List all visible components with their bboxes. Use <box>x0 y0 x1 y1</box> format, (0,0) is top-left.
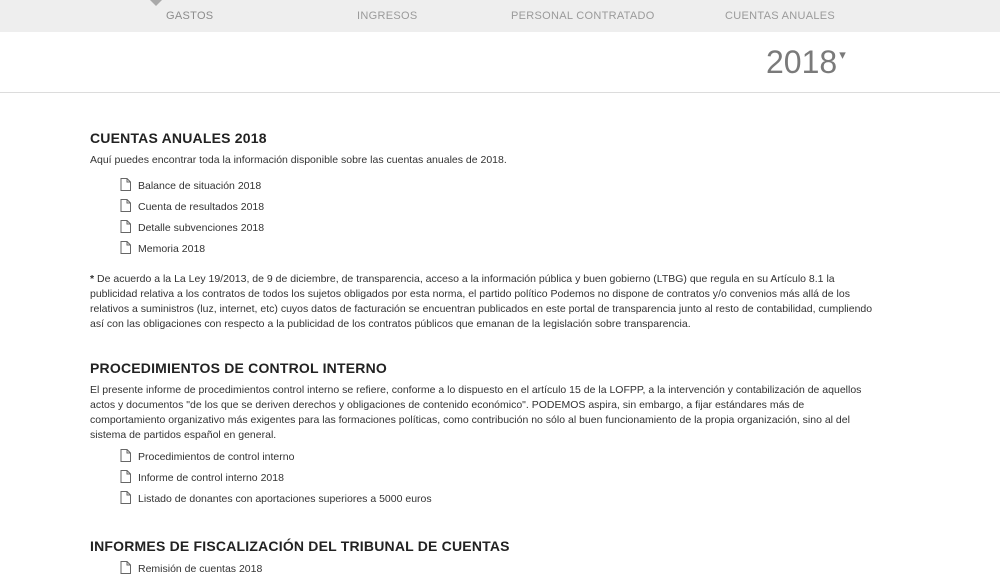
document-icon <box>120 220 133 234</box>
document-link-procedimientos[interactable]: Procedimientos de control interno <box>120 449 880 470</box>
tab-cuentas-anuales[interactable]: CUENTAS ANUALES <box>725 10 835 22</box>
document-link-cuenta-resultados[interactable]: Cuenta de resultados 2018 <box>120 199 880 220</box>
document-link-listado-donantes[interactable]: Listado de donantes con aportaciones sup… <box>120 491 880 512</box>
tab-gastos[interactable]: GASTOS <box>166 10 213 22</box>
document-icon <box>120 561 133 575</box>
document-list: Procedimientos de control interno Inform… <box>90 449 880 512</box>
note-text: De acuerdo a la La Ley 19/2013, de 9 de … <box>90 273 873 330</box>
document-label: Procedimientos de control interno <box>138 451 295 463</box>
document-link-detalle-subvenciones[interactable]: Detalle subvenciones 2018 <box>120 220 880 241</box>
section-cuentas-anuales: CUENTAS ANUALES 2018 Aquí puedes encontr… <box>90 130 880 332</box>
section-fiscalizacion: INFORMES DE FISCALIZACIÓN DEL TRIBUNAL D… <box>90 538 880 582</box>
section-intro: El presente informe de procedimientos co… <box>90 384 862 441</box>
document-label: Cuenta de resultados 2018 <box>138 201 265 213</box>
section-title: CUENTAS ANUALES 2018 <box>90 130 267 146</box>
transparency-note: * De acuerdo a la La Ley 19/2013, de 9 d… <box>90 272 880 332</box>
document-link-memoria[interactable]: Memoria 2018 <box>120 241 880 262</box>
document-icon <box>120 199 133 213</box>
active-tab-caret <box>150 0 162 6</box>
top-navigation: GASTOS INGRESOS PERSONAL CONTRATADO CUEN… <box>0 0 1000 32</box>
document-icon <box>120 241 133 255</box>
document-link-balance[interactable]: Balance de situación 2018 <box>120 178 880 199</box>
section-intro: Aquí puedes encontrar toda la informació… <box>90 154 507 166</box>
section-control-interno: PROCEDIMIENTOS DE CONTROL INTERNO El pre… <box>90 360 880 512</box>
document-label: Balance de situación 2018 <box>138 180 262 192</box>
document-icon <box>120 491 133 505</box>
document-list: Balance de situación 2018 Cuenta de resu… <box>90 178 880 262</box>
document-label: Detalle subvenciones 2018 <box>138 222 265 234</box>
chevron-down-icon: ▾ <box>839 47 846 62</box>
document-label: Memoria 2018 <box>138 243 206 255</box>
document-list: Remisión de cuentas 2018 <box>90 561 880 582</box>
year-value: 2018 <box>766 44 838 80</box>
document-icon <box>120 178 133 192</box>
document-label: Remisión de cuentas 2018 <box>138 563 263 575</box>
tab-personal-contratado[interactable]: PERSONAL CONTRATADO <box>511 10 655 22</box>
section-title: PROCEDIMIENTOS DE CONTROL INTERNO <box>90 360 387 376</box>
document-link-informe-control[interactable]: Informe de control interno 2018 <box>120 470 880 491</box>
year-bar: 2018 ▾ <box>0 32 1000 93</box>
section-title: INFORMES DE FISCALIZACIÓN DEL TRIBUNAL D… <box>90 538 510 554</box>
year-selector[interactable]: 2018 ▾ <box>766 44 846 81</box>
document-link-remision-cuentas[interactable]: Remisión de cuentas 2018 <box>120 561 880 582</box>
document-icon <box>120 449 133 463</box>
note-marker: * <box>90 273 95 285</box>
document-label: Informe de control interno 2018 <box>138 472 284 484</box>
document-label: Listado de donantes con aportaciones sup… <box>138 493 432 505</box>
document-icon <box>120 470 133 484</box>
tab-ingresos[interactable]: INGRESOS <box>357 10 417 22</box>
main-content: CUENTAS ANUALES 2018 Aquí puedes encontr… <box>90 130 880 582</box>
